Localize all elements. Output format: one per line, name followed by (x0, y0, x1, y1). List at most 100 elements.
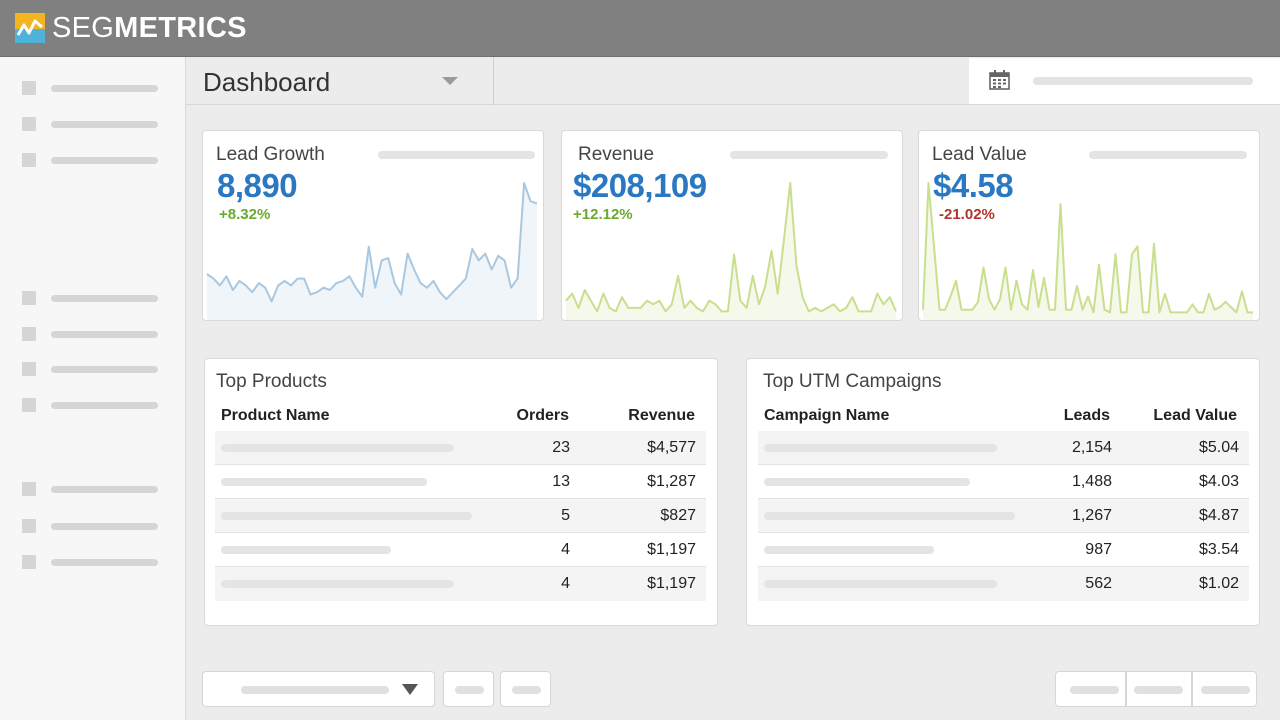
row-name-placeholder (764, 478, 970, 486)
column-header[interactable]: Lead Value (1153, 407, 1237, 425)
sidebar-item-label (51, 402, 158, 409)
row-name-placeholder (764, 580, 997, 588)
sidebar-item[interactable] (22, 117, 162, 131)
top-header: SEGMETRICS (0, 0, 1280, 57)
metric-card-lead-growth[interactable]: Lead Growth 8,890 +8.32% (202, 130, 544, 321)
row-name-placeholder (221, 444, 454, 452)
top-utm-campaigns-table: Top UTM Campaigns Campaign Name Leads Le… (746, 358, 1260, 626)
pagination-button[interactable] (1055, 671, 1126, 707)
pagination-button[interactable] (1192, 671, 1257, 707)
placeholder-square-icon (22, 327, 36, 341)
placeholder-square-icon (22, 117, 36, 131)
row-name-placeholder (221, 580, 454, 588)
column-header[interactable]: Campaign Name (764, 407, 889, 425)
sidebar-item[interactable] (22, 362, 162, 376)
sidebar-item-label (51, 85, 158, 92)
sidebar-item[interactable] (22, 327, 162, 341)
metric-label: Lead Growth (216, 144, 325, 165)
metric-placeholder (730, 151, 888, 159)
metric-card-lead-value[interactable]: Lead Value $4.58 -21.02% (918, 130, 1260, 321)
sidebar-item-label (51, 559, 158, 566)
sidebar-item[interactable] (22, 519, 162, 533)
column-header[interactable]: Revenue (628, 407, 695, 425)
table-row[interactable]: 562 $1.02 (758, 567, 1249, 601)
lead-value-cell: $5.04 (1198, 439, 1239, 456)
select-value-placeholder (241, 686, 389, 694)
divider (493, 57, 494, 105)
orders-cell: 23 (552, 439, 570, 456)
brand-name-light: SEG (52, 12, 115, 44)
sidebar-item[interactable] (22, 398, 162, 412)
button-label-placeholder (455, 686, 484, 694)
sparkline-line (922, 182, 1253, 314)
segmetrics-logo-icon (15, 13, 45, 43)
calendar-icon (989, 70, 1010, 90)
sparkline-chart (922, 182, 1253, 320)
placeholder-square-icon (22, 398, 36, 412)
orders-cell: 4 (561, 575, 570, 592)
sidebar-item-label (51, 523, 158, 530)
table-row[interactable]: 1,488 $4.03 (758, 465, 1249, 499)
rows-per-page-select[interactable] (202, 671, 435, 707)
table-row[interactable]: 5 $827 (215, 499, 706, 533)
sparkline-chart (565, 182, 897, 320)
row-name-placeholder (764, 512, 1015, 520)
sidebar-item-label (51, 157, 158, 164)
caret-down-icon[interactable] (442, 77, 458, 85)
sidebar-item[interactable] (22, 153, 162, 167)
placeholder-square-icon (22, 81, 36, 95)
leads-cell: 1,488 (1071, 473, 1112, 490)
sidebar-item-label (51, 331, 158, 338)
table-row[interactable]: 4 $1,197 (215, 533, 706, 567)
table-row[interactable]: 13 $1,287 (215, 465, 706, 499)
toolbar-button[interactable] (443, 671, 494, 707)
orders-cell: 4 (561, 541, 570, 558)
sidebar-item[interactable] (22, 81, 162, 95)
table-row[interactable]: 2,154 $5.04 (758, 431, 1249, 465)
table-row[interactable]: 987 $3.54 (758, 533, 1249, 567)
pagination-button[interactable] (1126, 671, 1192, 707)
button-label-placeholder (1201, 686, 1250, 694)
metric-label: Revenue (578, 144, 655, 165)
revenue-cell: $1,287 (647, 473, 696, 490)
sidebar-item-label (51, 486, 158, 493)
sidebar-item[interactable] (22, 555, 162, 569)
sidebar-item[interactable] (22, 291, 162, 305)
orders-cell: 5 (561, 507, 570, 524)
toolbar-button[interactable] (500, 671, 551, 707)
date-range-picker[interactable] (969, 58, 1280, 104)
sparkline-area (207, 183, 537, 320)
metric-card-revenue[interactable]: Revenue $208,109 +12.12% (561, 130, 903, 321)
sidebar-item[interactable] (22, 482, 162, 496)
table-title: Top Products (216, 371, 327, 392)
table-row[interactable]: 4 $1,197 (215, 567, 706, 601)
column-header[interactable]: Product Name (221, 407, 329, 425)
column-header[interactable]: Orders (517, 407, 569, 425)
row-name-placeholder (221, 478, 427, 486)
brand-name: SEGMETRICS (52, 13, 247, 43)
metric-placeholder (378, 151, 535, 159)
revenue-cell: $1,197 (647, 541, 696, 558)
sidebar-item-label (51, 121, 158, 128)
button-label-placeholder (512, 686, 541, 694)
lead-value-cell: $3.54 (1198, 541, 1239, 558)
revenue-cell: $4,577 (647, 439, 696, 456)
table-row[interactable]: 1,267 $4.87 (758, 499, 1249, 533)
leads-cell: 2,154 (1071, 439, 1112, 456)
page-header: Dashboard (186, 57, 1280, 105)
caret-down-icon (402, 684, 418, 695)
placeholder-square-icon (22, 555, 36, 569)
leads-cell: 987 (1085, 541, 1112, 558)
placeholder-square-icon (22, 519, 36, 533)
table-row[interactable]: 23 $4,577 (215, 431, 706, 465)
lead-value-cell: $1.02 (1198, 575, 1239, 592)
metric-label: Lead Value (932, 144, 1027, 165)
brand-logo[interactable]: SEGMETRICS (15, 13, 247, 43)
row-name-placeholder (221, 546, 391, 554)
page-title[interactable]: Dashboard (203, 67, 330, 98)
metric-placeholder (1089, 151, 1247, 159)
column-header[interactable]: Leads (1064, 407, 1110, 425)
revenue-cell: $1,197 (647, 575, 696, 592)
sparkline-chart (206, 182, 538, 320)
row-name-placeholder (764, 444, 997, 452)
